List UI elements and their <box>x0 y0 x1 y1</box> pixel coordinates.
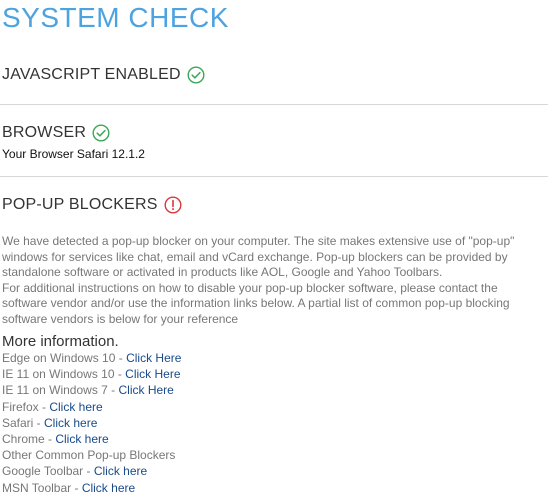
popup-paragraph-1: We have detected a pop-up blocker on you… <box>2 234 515 279</box>
item-label: Safari - <box>2 415 45 430</box>
item-label: Edge on Windows 10 - <box>2 351 127 365</box>
exclamation-circle-icon <box>164 196 182 214</box>
list-item: IE 11 on Windows 10 - Click Here <box>2 366 181 382</box>
google-toolbar-link[interactable]: Click here <box>94 464 147 478</box>
browser-label: BROWSER <box>2 124 87 141</box>
list-item: Safari - Click here <box>2 415 181 431</box>
item-label: Chrome - <box>2 432 56 447</box>
ie11-win7-link[interactable]: Click Here <box>119 383 174 397</box>
list-item: Chrome - Click here <box>2 431 181 447</box>
list-item: Google Toolbar - Click here <box>2 463 181 479</box>
popup-paragraph-2: For additional instructions on how to di… <box>2 280 510 326</box>
list-item: Other Common Pop-up Blockers <box>2 447 181 463</box>
item-label: IE 11 on Windows 7 - <box>2 383 119 398</box>
popup-section-heading: POP-UP BLOCKERS <box>2 196 182 214</box>
list-item: MSN Toolbar - Click here <box>2 480 181 496</box>
list-item: Firefox - Click here <box>2 399 181 415</box>
popup-label: POP-UP BLOCKERS <box>2 196 158 213</box>
browser-detail: Your Browser Safari 12.1.2 <box>2 147 145 161</box>
divider <box>0 176 548 177</box>
browser-section-heading: BROWSER <box>2 124 110 142</box>
firefox-link[interactable]: Click here <box>49 400 102 414</box>
list-item: Edge on Windows 10 - Click Here <box>2 350 181 366</box>
edge-win10-link[interactable]: Click Here <box>126 351 181 365</box>
item-label: Google Toolbar - <box>2 464 94 479</box>
item-label: IE 11 on Windows 10 - <box>2 367 126 382</box>
ie11-win10-link[interactable]: Click Here <box>125 367 180 381</box>
item-label: Firefox - <box>2 399 50 414</box>
safari-link[interactable]: Click here <box>44 416 97 430</box>
javascript-label: JAVASCRIPT ENABLED <box>2 66 181 83</box>
chrome-link[interactable]: Click here <box>55 432 108 446</box>
javascript-section-heading: JAVASCRIPT ENABLED <box>2 66 205 84</box>
popup-description: We have detected a pop-up blocker on you… <box>2 234 542 327</box>
list-item: IE 11 on Windows 7 - Click Here <box>2 382 181 398</box>
more-info-list: Edge on Windows 10 - Click Here IE 11 on… <box>2 350 181 496</box>
system-check-page: SYSTEM CHECK JAVASCRIPT ENABLED BROWSER … <box>0 0 548 500</box>
check-circle-icon <box>187 66 205 84</box>
check-circle-icon <box>92 124 110 142</box>
item-label: Other Common Pop-up Blockers <box>2 448 176 463</box>
page-title: SYSTEM CHECK <box>2 2 229 33</box>
divider <box>0 104 548 105</box>
more-info-heading: More information. <box>2 333 119 350</box>
msn-toolbar-link[interactable]: Click here <box>82 481 135 495</box>
item-label: MSN Toolbar - <box>2 480 82 495</box>
